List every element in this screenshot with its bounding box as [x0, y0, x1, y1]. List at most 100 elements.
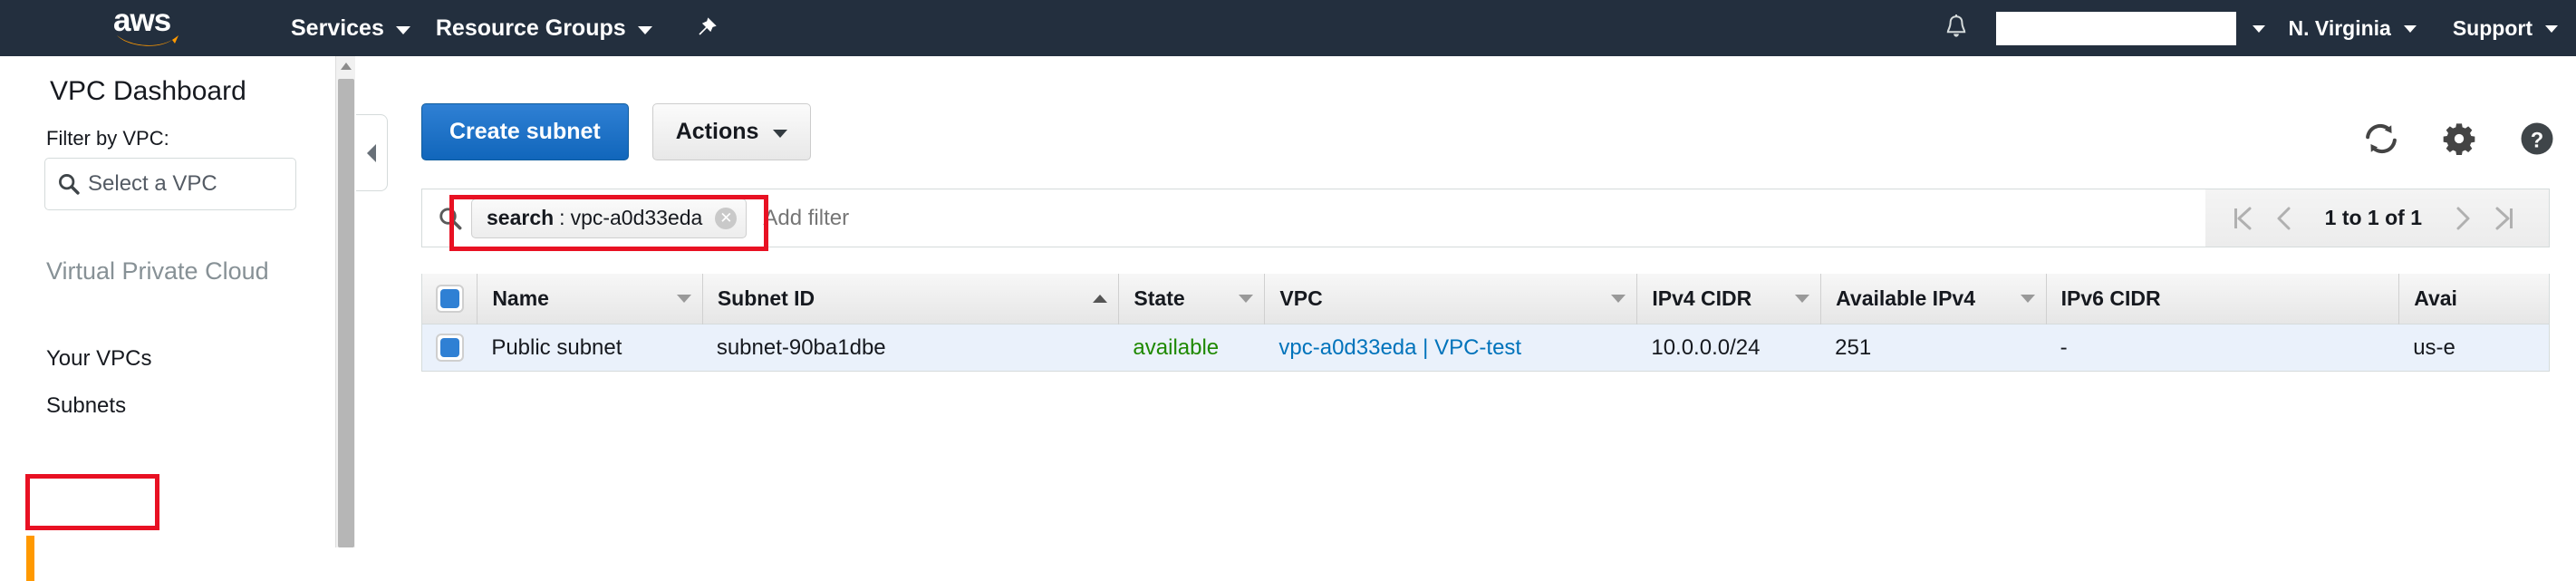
vpc-filter-placeholder: Select a VPC — [88, 171, 217, 196]
nav-region-selector[interactable]: N. Virginia — [2271, 0, 2435, 56]
checkbox-check-icon — [439, 289, 459, 308]
scroll-up-arrow-icon[interactable] — [336, 56, 356, 76]
column-label: Name — [492, 286, 549, 310]
column-label: Subnet ID — [717, 286, 815, 310]
vpc-link[interactable]: vpc-a0d33eda | VPC-test — [1278, 335, 1521, 361]
filter-token-key: search — [487, 206, 555, 229]
top-navigation-bar: aws Services Resource Groups N. Virginia… — [0, 0, 2576, 56]
checkbox-check-icon — [439, 338, 459, 357]
sort-ascending-icon — [1093, 295, 1108, 303]
row-checkbox[interactable] — [435, 334, 464, 362]
pagination-controls: 1 to 1 of 1 — [2205, 189, 2549, 247]
status-badge: available — [1133, 334, 1220, 360]
help-icon[interactable]: ? — [2511, 112, 2563, 165]
nav-region-label: N. Virginia — [2288, 15, 2391, 40]
nav-services[interactable]: Services — [278, 0, 423, 56]
column-label: IPv6 CIDR — [2060, 286, 2161, 310]
sidebar-filter-label: Filter by VPC: — [46, 127, 169, 150]
table-row[interactable]: Public subnet subnet-90ba1dbe available … — [421, 324, 2550, 372]
actions-label: Actions — [675, 119, 759, 144]
column-header-availability-zone[interactable]: Avai — [2398, 273, 2549, 324]
nav-support-menu[interactable]: Support — [2435, 0, 2576, 56]
nav-services-label: Services — [291, 15, 384, 41]
sort-descending-icon — [1239, 295, 1254, 303]
column-header-ipv6-cidr[interactable]: IPv6 CIDR — [2045, 273, 2399, 324]
cell-vpc[interactable]: vpc-a0d33eda | VPC-test — [1264, 324, 1636, 372]
filter-token-value: vpc-a0d33eda — [570, 206, 703, 229]
nav-resource-groups[interactable]: Resource Groups — [423, 0, 665, 56]
cell-value: 10.0.0.0/24 — [1651, 334, 1761, 360]
sidebar-item-label: Your VPCs — [46, 346, 152, 371]
column-header-state[interactable]: State — [1118, 273, 1264, 324]
sidebar-scrollbar-thumb[interactable] — [338, 79, 354, 547]
column-header-vpc[interactable]: VPC — [1264, 273, 1636, 324]
cell-available-ipv4: 251 — [1820, 324, 2046, 372]
aws-logo[interactable]: aws — [113, 3, 195, 49]
pin-icon[interactable] — [692, 15, 719, 42]
search-icon — [437, 205, 464, 232]
sort-descending-icon — [1795, 295, 1810, 303]
sidebar-collapse-toggle[interactable] — [356, 114, 388, 191]
select-all-checkbox-cell[interactable] — [422, 274, 477, 324]
create-subnet-button[interactable]: Create subnet — [421, 103, 629, 160]
prev-page-icon[interactable] — [2263, 198, 2305, 239]
sort-descending-icon — [1611, 295, 1626, 303]
last-page-icon[interactable] — [2484, 198, 2525, 239]
subnets-content-panel: Create subnet Actions ? search: vpc-a0d… — [399, 56, 2576, 547]
row-checkbox-cell[interactable] — [422, 324, 477, 372]
filter-token-search[interactable]: search : vpc-a0d33eda ✕ — [471, 198, 748, 238]
cell-state: available — [1118, 324, 1264, 372]
refresh-icon[interactable] — [2355, 112, 2407, 165]
chevron-down-icon — [773, 130, 788, 138]
toolbar-icon-group: ? — [2330, 112, 2563, 165]
account-menu-field[interactable] — [1995, 11, 2236, 45]
cell-value: subnet-90ba1dbe — [716, 334, 886, 360]
column-label: Available IPv4 — [1836, 286, 1975, 310]
column-header-ipv4-cidr[interactable]: IPv4 CIDR — [1636, 273, 1820, 324]
sort-descending-icon — [676, 295, 691, 303]
aws-logo-smile-icon — [115, 32, 184, 48]
cell-value: 251 — [1835, 334, 1872, 360]
cell-value: - — [2060, 334, 2068, 360]
sidebar-item-your-vpcs[interactable]: Your VPCs — [46, 346, 152, 372]
account-menu-toggle[interactable] — [2236, 0, 2271, 56]
create-subnet-label: Create subnet — [449, 119, 601, 144]
svg-text:?: ? — [2531, 129, 2543, 152]
column-label: VPC — [1279, 286, 1323, 310]
cell-value: us-e — [2413, 334, 2455, 360]
gear-icon[interactable] — [2433, 112, 2485, 165]
column-header-subnet-id[interactable]: Subnet ID — [701, 273, 1119, 324]
first-page-icon[interactable] — [2222, 198, 2263, 239]
nav-resource-groups-label: Resource Groups — [435, 15, 626, 41]
sidebar-title: VPC Dashboard — [50, 76, 246, 106]
top-nav-right-group: N. Virginia Support — [1936, 0, 2576, 56]
filter-token-separator: : — [559, 206, 565, 229]
select-all-checkbox[interactable] — [435, 285, 464, 313]
add-filter-input[interactable]: Add filter — [763, 206, 849, 231]
vpc-filter-select[interactable]: Select a VPC — [44, 158, 296, 210]
sidebar-item-subnets[interactable]: Subnets — [46, 393, 126, 419]
filter-search-region[interactable]: search : vpc-a0d33eda ✕ Add filter — [422, 189, 2205, 247]
cell-name: Public subnet — [477, 324, 702, 372]
cell-ipv6-cidr: - — [2046, 324, 2399, 372]
chevron-left-icon — [367, 143, 376, 162]
sidebar-item-label: Subnets — [46, 393, 127, 418]
column-label: State — [1134, 286, 1185, 310]
notifications-bell-icon[interactable] — [1936, 8, 1976, 48]
sort-descending-icon — [2020, 295, 2035, 303]
close-icon[interactable]: ✕ — [715, 207, 738, 229]
subnets-table: Name Subnet ID State VPC IPv4 CIDR Avail — [421, 273, 2550, 372]
next-page-icon[interactable] — [2442, 198, 2484, 239]
chevron-down-icon — [2403, 25, 2417, 33]
subnets-toolbar: Create subnet Actions — [421, 103, 812, 160]
column-label: Avai — [2414, 286, 2457, 310]
column-header-name[interactable]: Name — [477, 273, 702, 324]
column-label: IPv4 CIDR — [1652, 286, 1752, 310]
aws-logo-text: aws — [113, 3, 171, 38]
top-nav-left-group: aws Services Resource Groups — [0, 0, 719, 56]
cell-ipv4-cidr: 10.0.0.0/24 — [1636, 324, 1820, 372]
vpc-sidebar: VPC Dashboard Filter by VPC: Select a VP… — [0, 56, 344, 581]
column-header-available-ipv4[interactable]: Available IPv4 — [1820, 273, 2046, 324]
sidebar-scrollbar[interactable] — [335, 56, 355, 547]
actions-dropdown-button[interactable]: Actions — [651, 103, 812, 160]
